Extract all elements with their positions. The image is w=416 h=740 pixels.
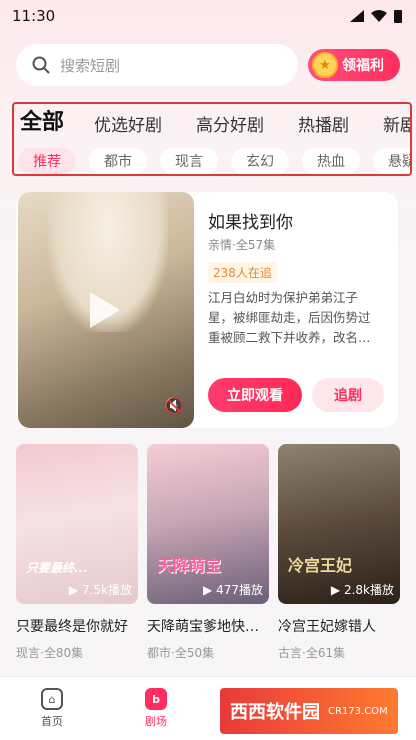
drama-title: 天降萌宝爹地快… bbox=[147, 619, 259, 635]
poster-title-art: 冷宫王妃 bbox=[288, 556, 353, 575]
nav-label: 首页 bbox=[41, 715, 63, 728]
tab-new[interactable]: 新剧 bbox=[383, 111, 410, 138]
drama-card[interactable]: 冷宫王妃 ▶ 2.8k播放 冷宫王妃嫁错人 古言·全61集 bbox=[278, 444, 400, 661]
subtab-mystery[interactable]: 悬疑 bbox=[373, 148, 410, 174]
featured-description: 江月白幼时为保护弟弟江子星，被绑匪劫走，后因伤势过重被顾二救下并收养，改名… bbox=[208, 290, 371, 345]
subtab-urban[interactable]: 都市 bbox=[89, 148, 147, 174]
search-row: 搜索短剧 ★ 领福利 bbox=[16, 44, 400, 86]
star-coin-icon: ★ bbox=[312, 52, 338, 78]
drama-meta: 现言·全80集 bbox=[16, 646, 84, 660]
sub-tab-bar: 推荐 都市 现言 玄幻 热血 悬疑 bbox=[14, 148, 410, 174]
watermark-sub: CR173.COM bbox=[328, 705, 388, 717]
tab-selected[interactable]: 优选好剧 bbox=[94, 111, 162, 138]
drama-card[interactable]: 天降萌宝 ▶ 477播放 天降萌宝爹地快… 都市·全50集 bbox=[147, 444, 269, 661]
tab-all[interactable]: 全部 bbox=[20, 104, 64, 138]
status-bar: 11:30 bbox=[0, 0, 416, 32]
category-tabs: 全部 优选好剧 高分好剧 热播剧 新剧 推荐 都市 现言 玄幻 热血 悬疑 bbox=[12, 102, 412, 176]
nav-theater[interactable]: b 剧场 bbox=[116, 688, 196, 729]
wifi-icon bbox=[371, 10, 387, 22]
main-tab-bar: 全部 优选好剧 高分好剧 热播剧 新剧 bbox=[14, 104, 410, 138]
drama-meta: 都市·全50集 bbox=[147, 646, 215, 660]
tab-hot[interactable]: 热播剧 bbox=[298, 111, 349, 138]
subtab-recommend[interactable]: 推荐 bbox=[18, 148, 76, 174]
play-count: ▶ 7.5k播放 bbox=[68, 583, 132, 597]
search-placeholder: 搜索短剧 bbox=[60, 56, 121, 75]
play-count: ▶ 2.8k播放 bbox=[330, 583, 394, 597]
play-count: ▶ 477播放 bbox=[203, 583, 263, 597]
status-icons bbox=[350, 9, 402, 23]
theater-icon: b bbox=[145, 688, 167, 710]
poster-title-art: 只要最终... bbox=[26, 561, 88, 575]
subtab-romance[interactable]: 现言 bbox=[160, 148, 218, 174]
drama-grid: 只要最终... ▶ 7.5k播放 只要最终是你就好 现言·全80集 天降萌宝 ▶… bbox=[16, 444, 400, 661]
drama-title: 冷宫王妃嫁错人 bbox=[278, 619, 376, 635]
poster-title-art: 天降萌宝 bbox=[157, 556, 222, 575]
drama-title: 只要最终是你就好 bbox=[16, 619, 128, 635]
watermark-logo: 西西软件园 CR173.COM bbox=[220, 688, 398, 734]
subtab-fantasy[interactable]: 玄幻 bbox=[231, 148, 289, 174]
tab-high-score[interactable]: 高分好剧 bbox=[196, 111, 264, 138]
featured-card[interactable]: 🔇 如果找到你 亲情·全57集 238人在追 江月白幼时为保护弟弟江子星，被绑匪… bbox=[16, 192, 398, 428]
drama-meta: 古言·全61集 bbox=[278, 646, 346, 660]
welfare-button[interactable]: ★ 领福利 bbox=[308, 49, 400, 81]
search-input[interactable]: 搜索短剧 bbox=[16, 44, 298, 86]
follow-button[interactable]: 追剧 bbox=[312, 378, 384, 412]
nav-home[interactable]: ⌂ 首页 bbox=[12, 688, 92, 729]
welfare-label: 领福利 bbox=[342, 58, 384, 74]
featured-poster[interactable]: 🔇 bbox=[18, 192, 194, 428]
home-icon: ⌂ bbox=[41, 688, 63, 710]
battery-icon bbox=[394, 10, 402, 23]
drama-poster[interactable]: 冷宫王妃 ▶ 2.8k播放 bbox=[278, 444, 400, 604]
mute-icon[interactable]: 🔇 bbox=[164, 396, 184, 415]
watch-now-button[interactable]: 立即观看 bbox=[208, 378, 302, 412]
status-time: 11:30 bbox=[12, 7, 56, 25]
drama-poster[interactable]: 天降萌宝 ▶ 477播放 bbox=[147, 444, 269, 604]
featured-title: 如果找到你 bbox=[208, 213, 293, 233]
subtab-action[interactable]: 热血 bbox=[302, 148, 360, 174]
watermark-main: 西西软件园 bbox=[230, 702, 320, 723]
watching-badge: 238人在追 bbox=[208, 262, 277, 283]
signal-icon bbox=[350, 10, 364, 22]
nav-label: 剧场 bbox=[145, 715, 167, 728]
featured-meta: 亲情·全57集 bbox=[208, 238, 276, 252]
drama-poster[interactable]: 只要最终... ▶ 7.5k播放 bbox=[16, 444, 138, 604]
drama-card[interactable]: 只要最终... ▶ 7.5k播放 只要最终是你就好 现言·全80集 bbox=[16, 444, 138, 661]
search-icon bbox=[32, 56, 50, 74]
play-icon[interactable] bbox=[90, 292, 120, 328]
